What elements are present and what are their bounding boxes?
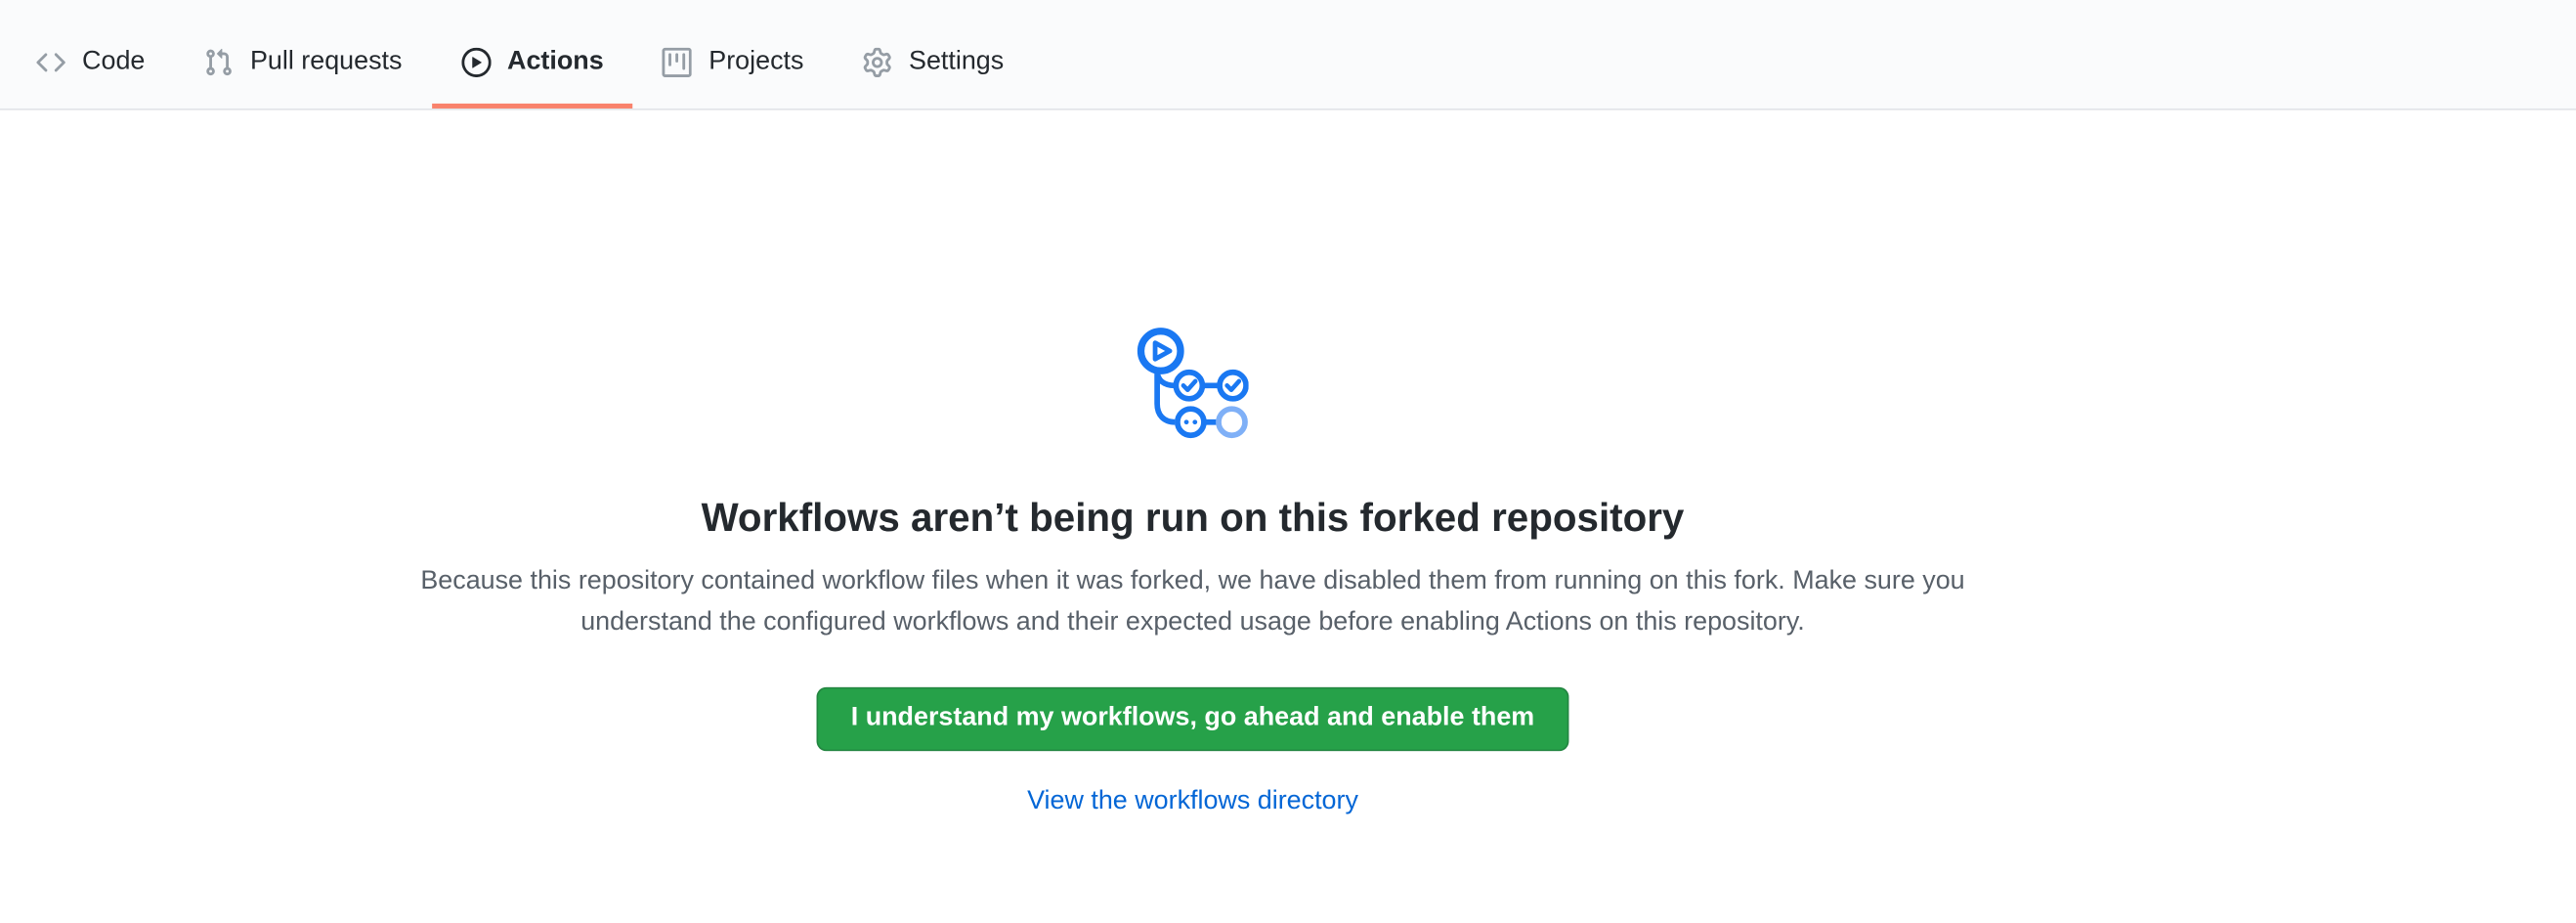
gear-icon	[863, 48, 892, 77]
code-icon	[36, 48, 65, 77]
view-workflows-directory-link[interactable]: View the workflows directory	[1027, 787, 1358, 815]
tab-settings[interactable]: Settings	[834, 22, 1034, 109]
blankslate-heading: Workflows aren’t being run on this forke…	[0, 495, 2385, 544]
tab-label: Actions	[507, 49, 604, 75]
blankslate-description: Because this repository contained workfl…	[410, 560, 1974, 642]
git-pull-request-icon	[204, 48, 234, 77]
repo-actions-page: Code Pull requests Actions Projects Sett	[0, 0, 2576, 923]
tab-code[interactable]: Code	[7, 22, 175, 109]
repo-tab-bar: Code Pull requests Actions Projects Sett	[0, 0, 2576, 110]
tab-label: Projects	[708, 49, 803, 75]
actions-disabled-blankslate: Workflows aren’t being run on this forke…	[0, 110, 2385, 817]
enable-button-row: I understand my workflows, go ahead and …	[0, 687, 2385, 752]
tab-label: Code	[82, 49, 145, 75]
enable-workflows-button[interactable]: I understand my workflows, go ahead and …	[816, 687, 1568, 752]
tab-actions[interactable]: Actions	[432, 22, 633, 109]
tab-label: Pull requests	[250, 49, 403, 75]
tab-label: Settings	[909, 49, 1004, 75]
workflow-graph-icon	[1137, 328, 1248, 439]
play-circle-icon	[461, 48, 491, 77]
tab-pull-requests[interactable]: Pull requests	[175, 22, 432, 109]
tab-projects[interactable]: Projects	[633, 22, 834, 109]
workflows-directory-row: View the workflows directory	[0, 787, 2385, 816]
project-board-icon	[663, 48, 692, 77]
